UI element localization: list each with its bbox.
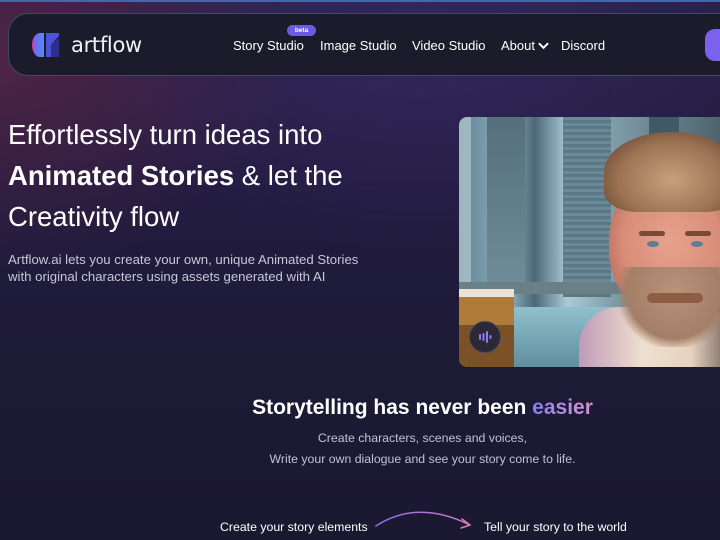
hero-title-line2-rest: & let the — [234, 160, 343, 191]
nav-video-studio[interactable]: Video Studio — [412, 38, 486, 53]
video-window-frame — [459, 117, 471, 287]
character-mustache — [647, 293, 703, 303]
step-tell-story: Tell your story to the world — [484, 520, 627, 534]
hero-subtitle-line2: with original characters using assets ge… — [8, 268, 326, 284]
cta-button[interactable] — [705, 29, 720, 61]
character-hair — [604, 132, 720, 212]
section-subtitle-line1: Create characters, scenes and voices, — [317, 431, 528, 445]
video-building — [487, 117, 525, 287]
hero-title-bold: Animated Stories — [8, 160, 235, 191]
nav-image-studio[interactable]: Image Studio — [320, 38, 397, 53]
nav-discord[interactable]: Discord — [561, 38, 605, 53]
hero-subtitle: Artflow.ai lets you create your own, uni… — [8, 252, 388, 285]
character-beard — [619, 267, 720, 347]
nav-about-label: About — [501, 38, 535, 53]
character-eye — [691, 241, 703, 247]
audio-wave-icon — [479, 331, 492, 343]
nav-story-studio[interactable]: Story Studio — [233, 38, 304, 53]
character-eyebrow — [639, 231, 665, 236]
brand-name: artflow — [71, 33, 142, 57]
hero-title: Effortlessly turn ideas into Animated St… — [8, 114, 343, 237]
character-eyebrow — [685, 231, 711, 236]
hero-title-line3: Creativity flow — [8, 201, 180, 232]
top-accent-line — [0, 0, 720, 2]
video-building — [563, 117, 611, 297]
section-title-accent: easier — [532, 396, 593, 419]
hero-title-line1: Effortlessly turn ideas into — [8, 119, 323, 150]
curved-arrow-icon — [375, 511, 471, 529]
section-subtitle-line2: Write your own dialogue and see your sto… — [269, 452, 576, 466]
beta-badge: beta — [287, 25, 316, 36]
artflow-logo-icon — [31, 32, 61, 58]
audio-toggle-button[interactable] — [469, 321, 501, 353]
logo[interactable]: artflow — [31, 32, 142, 58]
chevron-down-icon — [538, 42, 549, 49]
step-create-elements: Create your story elements — [220, 520, 368, 534]
character-eye — [647, 241, 659, 247]
hero-subtitle-line1: Artflow.ai lets you create your own, uni… — [8, 252, 359, 267]
section-title-prefix: Storytelling has never been — [252, 396, 533, 419]
section-title: Storytelling has never been easier — [0, 396, 720, 420]
nav-about-dropdown[interactable]: About — [501, 38, 549, 53]
navbar: artflow beta Story Studio Image Studio V… — [8, 13, 720, 76]
